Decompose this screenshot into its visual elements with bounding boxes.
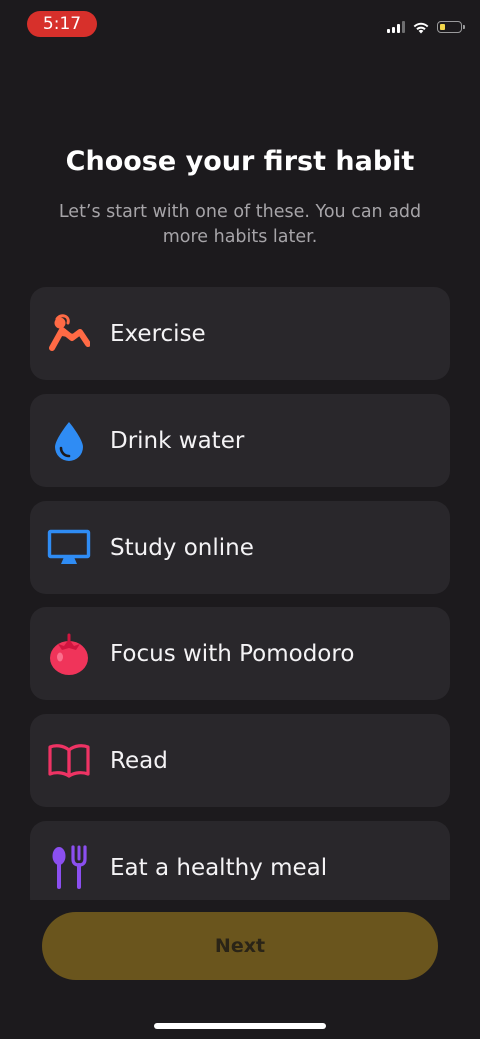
battery-icon [437, 21, 465, 33]
habit-label: Exercise [110, 320, 206, 347]
habit-label: Eat a healthy meal [110, 854, 328, 881]
water-drop-icon [47, 419, 91, 463]
habit-option-exercise[interactable]: Exercise [30, 287, 450, 380]
screen: 5:17 Choose your first habit Let’s start… [0, 0, 480, 1039]
habit-label: Focus with Pomodoro [110, 640, 355, 667]
page-subtitle: Let’s start with one of these. You can a… [58, 202, 422, 247]
habit-option-focus-pomodoro[interactable]: Focus with Pomodoro [30, 607, 450, 700]
habit-label: Drink water [110, 427, 245, 454]
habit-label: Study online [110, 534, 254, 561]
home-indicator[interactable] [154, 1023, 326, 1029]
habit-option-study-online[interactable]: Study online [30, 501, 450, 594]
monitor-icon [47, 526, 91, 570]
habit-option-read[interactable]: Read [30, 714, 450, 807]
status-time[interactable]: 5:17 [27, 11, 97, 37]
cellular-signal-icon [387, 21, 405, 33]
exercise-icon [47, 312, 91, 356]
habit-label: Read [110, 747, 168, 774]
status-icons [387, 19, 465, 35]
habit-list[interactable]: Exercise Drink water Study online Focus … [30, 287, 450, 900]
habit-option-drink-water[interactable]: Drink water [30, 394, 450, 487]
book-icon [47, 739, 91, 783]
wifi-icon [413, 22, 429, 33]
utensils-icon [47, 844, 91, 890]
tomato-icon [47, 632, 91, 676]
habit-option-eat-healthy-meal[interactable]: Eat a healthy meal [30, 821, 450, 900]
page-title: Choose your first habit [65, 146, 415, 177]
next-button[interactable]: Next [42, 912, 438, 980]
